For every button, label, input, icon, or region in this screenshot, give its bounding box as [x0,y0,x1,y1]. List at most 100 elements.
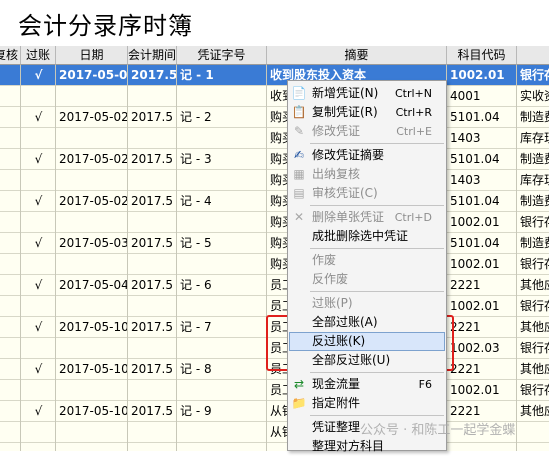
col-period-cell[interactable] [131,254,176,275]
menu-item-0[interactable]: 📄 新增凭证(N) Ctrl+N [288,84,446,103]
col-account-name-cell[interactable]: 其他应 [520,275,549,296]
col-date-header[interactable]: 日期 [56,46,128,65]
col-posted-cell[interactable] [21,443,56,451]
col-posted-cell[interactable]: √ [21,65,56,86]
col-posted-cell[interactable]: √ [21,233,56,254]
col-summary-header[interactable]: 摘要 [267,46,447,65]
col-voucher-cell[interactable]: 记 - 6 [180,275,266,296]
col-posted-cell[interactable] [21,296,56,317]
col-account-name-cell[interactable]: 银行存 [520,254,549,275]
col-posted-header[interactable]: 过账 [21,46,56,65]
col-period-cell[interactable]: 2017.5 [131,107,176,128]
col-date-cell[interactable]: 2017-05-10 [59,359,127,380]
col-period-cell[interactable] [131,338,176,359]
col-voucher-cell[interactable] [180,254,266,275]
col-voucher-cell[interactable] [180,128,266,149]
col-period-cell[interactable]: 2017.5 [131,191,176,212]
col-account-name-cell[interactable] [520,422,549,443]
col-posted-cell[interactable] [21,212,56,233]
col-account-code-cell[interactable]: 2221 [450,275,516,296]
col-date-cell[interactable]: 2017-05-10 [59,317,127,338]
col-account-name-cell[interactable]: 银行存 [520,212,549,233]
col-date-cell[interactable]: 2017-05-02 [59,107,127,128]
col-account-code-cell[interactable]: 1002.01 [450,380,516,401]
col-posted-cell[interactable]: √ [21,401,56,422]
context-menu[interactable]: 📄 新增凭证(N) Ctrl+N 📋 复制凭证(R) Ctrl+R ✎ 修改凭证 Ctrl+E ✍… [287,80,447,453]
col-period-cell[interactable] [131,86,176,107]
voucher-table[interactable]: 复核过账日期会计期间凭证字号摘要科目代码√2017-05-012017.5记 -… [0,46,549,451]
col-voucher-cell[interactable]: 记 - 2 [180,107,266,128]
col-account-name-cell[interactable]: 库存现 [520,170,549,191]
menu-item-16[interactable]: 反过账(K) [288,332,446,351]
menu-item-14[interactable]: 过账(P) [288,294,446,313]
col-date-cell[interactable] [59,380,127,401]
col-date-cell[interactable] [59,86,127,107]
col-date-cell[interactable]: 2017-05-02 [59,191,127,212]
col-account-code-cell[interactable]: 2221 [450,359,516,380]
col-account-code-cell[interactable]: 1002.01 [450,212,516,233]
col-date-cell[interactable] [59,338,127,359]
col-account-code-cell[interactable]: 1002.01 [450,296,516,317]
col-voucher-cell[interactable]: 记 - 1 [180,65,266,86]
col-period-cell[interactable] [131,443,176,451]
col-account-code-cell[interactable]: 5101.04 [450,191,516,212]
col-account-name-cell[interactable]: 其他应 [520,401,549,422]
col-voucher-cell[interactable] [180,338,266,359]
col-account-code-cell[interactable]: 1403 [450,128,516,149]
col-voucher-cell[interactable] [180,296,266,317]
col-posted-cell[interactable] [21,86,56,107]
col-period-cell[interactable] [131,128,176,149]
menu-item-8[interactable]: ✕ 删除单张凭证 Ctrl+D [288,208,446,227]
col-posted-cell[interactable] [21,422,56,443]
col-account-code-cell[interactable] [450,443,516,451]
col-account-name-cell[interactable]: 银行存 [520,338,549,359]
col-voucher-cell[interactable] [180,86,266,107]
col-voucher-cell[interactable] [180,380,266,401]
col-voucher-header[interactable]: 凭证字号 [177,46,267,65]
col-period-cell[interactable]: 2017.5 [131,233,176,254]
col-date-cell[interactable]: 2017-05-02 [59,149,127,170]
col-voucher-cell[interactable]: 记 - 8 [180,359,266,380]
col-voucher-cell[interactable] [180,422,266,443]
col-date-cell[interactable] [59,296,127,317]
col-voucher-cell[interactable] [180,212,266,233]
col-posted-cell[interactable]: √ [21,191,56,212]
col-posted-cell[interactable]: √ [21,359,56,380]
col-account-code-cell[interactable]: 1002.01 [450,65,516,86]
col-posted-cell[interactable]: √ [21,149,56,170]
col-period-cell[interactable]: 2017.5 [131,65,176,86]
col-posted-cell[interactable] [21,128,56,149]
menu-item-17[interactable]: 全部反过账(U) [288,351,446,370]
col-account-code-cell[interactable]: 5101.04 [450,107,516,128]
col-date-cell[interactable] [59,170,127,191]
col-account-name-cell[interactable]: 其他应 [520,359,549,380]
col-posted-cell[interactable] [21,380,56,401]
col-period-cell[interactable] [131,380,176,401]
col-account-name-cell[interactable]: 制造费 [520,107,549,128]
col-period-cell[interactable]: 2017.5 [131,149,176,170]
col-period-cell[interactable]: 2017.5 [131,275,176,296]
col-account-name-cell[interactable]: 制造费 [520,233,549,254]
col-posted-cell[interactable] [21,338,56,359]
col-posted-cell[interactable]: √ [21,317,56,338]
col-date-cell[interactable] [59,212,127,233]
col-posted-cell[interactable] [21,170,56,191]
menu-item-6[interactable]: ▤ 审核凭证(C) [288,184,446,203]
col-review-header[interactable]: 复核 [0,46,21,65]
col-date-cell[interactable] [59,128,127,149]
col-account-code-cell[interactable]: 5101.04 [450,149,516,170]
col-date-cell[interactable]: 2017-05-04 [59,275,127,296]
col-voucher-cell[interactable]: 记 - 3 [180,149,266,170]
col-voucher-cell[interactable]: 记 - 4 [180,191,266,212]
col-period-cell[interactable]: 2017.5 [131,401,176,422]
col-date-cell[interactable] [59,254,127,275]
col-period-cell[interactable] [131,170,176,191]
col-date-cell[interactable]: 2017-05-10 [59,401,127,422]
menu-item-20[interactable]: 📁 指定附件 [288,394,446,413]
menu-item-15[interactable]: 全部过账(A) [288,313,446,332]
col-account-name-cell[interactable]: 库存现 [520,128,549,149]
menu-item-1[interactable]: 📋 复制凭证(R) Ctrl+R [288,103,446,122]
col-account-code-cell[interactable]: 1002.03 [450,338,516,359]
menu-item-2[interactable]: ✎ 修改凭证 Ctrl+E [288,122,446,141]
col-posted-cell[interactable]: √ [21,107,56,128]
